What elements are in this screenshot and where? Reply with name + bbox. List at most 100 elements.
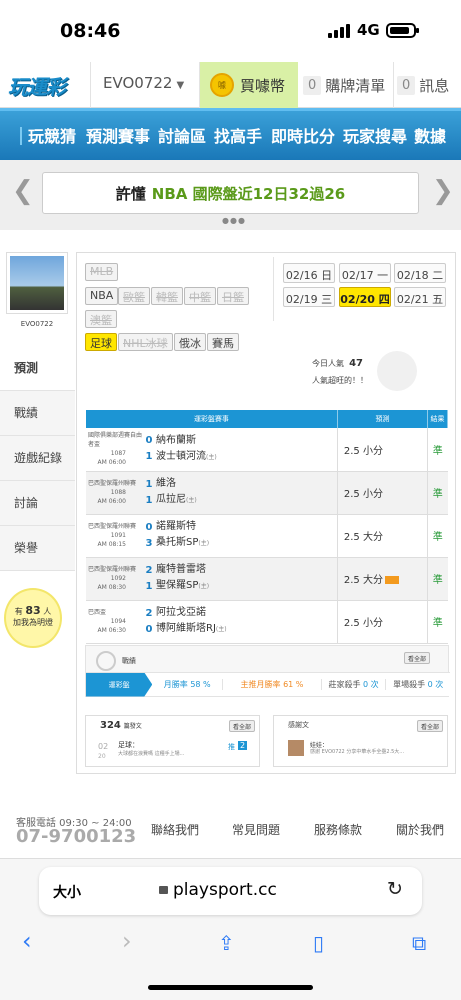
posts-count: 324 bbox=[100, 720, 121, 731]
game-number: 1092 bbox=[110, 575, 126, 582]
push-count: 2 bbox=[238, 741, 248, 750]
stats-see-all-button[interactable]: 看全部 bbox=[404, 652, 431, 664]
home-tag: (主) bbox=[186, 497, 197, 504]
tabs-icon[interactable]: ⧉ bbox=[412, 931, 426, 955]
cart-link[interactable]: 0 購牌清單 bbox=[303, 62, 385, 108]
tab-predictions[interactable]: 預測 bbox=[0, 346, 75, 391]
menu-item-livescore[interactable]: 即時比分 bbox=[271, 123, 335, 147]
reload-icon[interactable]: ↻ bbox=[387, 878, 403, 900]
tab-honors[interactable]: 榮譽 bbox=[0, 526, 75, 571]
sport-tag: 中籃 bbox=[184, 287, 216, 305]
menu-item-forum[interactable]: 討論區 bbox=[158, 123, 206, 147]
prediction-value: 2.5 小分 bbox=[343, 618, 383, 629]
sport-tag: 澳籃 bbox=[85, 310, 117, 328]
date-0218[interactable]: 02/18 二 bbox=[394, 263, 446, 283]
stat-main-winrate: 主推月勝率 61 % bbox=[222, 679, 321, 690]
sport-tag-football[interactable]: 足球 bbox=[85, 333, 117, 351]
thanks-avatar[interactable] bbox=[288, 740, 304, 756]
date-0221[interactable]: 02/21 五 bbox=[394, 287, 446, 307]
fans-bulb[interactable]: 有 83 人 加我為明燈 bbox=[4, 588, 62, 648]
team-away: 龐特普雷塔 bbox=[156, 564, 206, 575]
posts-panel: 324 篇發文 看全部 02 20 足球： 大球都在浪費嗎 這種手上場... 推 … bbox=[85, 715, 260, 767]
browser-chrome: 大小 playsport.cc ↻ ‹ › ⇪ ▯ ⧉ bbox=[0, 858, 461, 1000]
menu-item-experts[interactable]: 找高手 bbox=[214, 123, 262, 147]
service-phone[interactable]: 07-9700123 bbox=[16, 826, 136, 847]
chevron-right-icon[interactable]: ❯ bbox=[432, 176, 454, 206]
banner-message[interactable]: 許懂 NBA 國際盤近12日32過26 bbox=[42, 172, 419, 214]
stats-title: 戰績 bbox=[122, 657, 136, 665]
sport-tag: NHL冰球 bbox=[118, 333, 173, 351]
score-away: 1 bbox=[145, 478, 153, 490]
footer-link-contact[interactable]: 聯絡我們 bbox=[151, 821, 199, 838]
menu-item-data[interactable]: 數據 bbox=[414, 123, 446, 147]
game-row: 巴西聖保羅州聯賽 1088 AM 06:00 1 1 維洛 瓜拉尼(主) 2.5 小分準 bbox=[86, 471, 448, 515]
posts-label: 篇發文 bbox=[123, 723, 142, 730]
menu-item-play[interactable]: 玩競猜 bbox=[28, 123, 76, 147]
target-icon bbox=[96, 651, 116, 671]
user-dropdown[interactable]: EVO0722 ▼ bbox=[90, 62, 200, 108]
footer-link-faq[interactable]: 常見問題 bbox=[232, 821, 280, 838]
divider bbox=[273, 257, 274, 321]
bookmarks-icon[interactable]: ▯ bbox=[313, 931, 324, 955]
post-title[interactable]: 足球： bbox=[118, 740, 139, 750]
url-text[interactable]: playsport.cc bbox=[173, 880, 277, 900]
buy-coin-button[interactable]: 噱買噱幣 bbox=[200, 62, 298, 108]
prediction-cell: 2.5 大分 bbox=[336, 557, 428, 601]
posts-see-all-button[interactable]: 看全部 bbox=[229, 720, 256, 732]
league-cell: 巴西聖保羅州聯賽 1091 AM 08:15 bbox=[86, 514, 142, 558]
score-cell: 21 bbox=[142, 557, 156, 601]
fans-count: 83 bbox=[25, 604, 41, 617]
thanks-see-all-button[interactable]: 看全部 bbox=[417, 720, 444, 732]
post-day: 20 bbox=[98, 753, 106, 760]
score-home: 3 bbox=[145, 537, 153, 549]
share-icon[interactable]: ⇪ bbox=[218, 931, 235, 955]
game-time: AM 08:15 bbox=[97, 541, 126, 548]
score-home: 0 bbox=[145, 623, 153, 635]
league-cell: 巴西聖保羅州聯賽 1088 AM 06:00 bbox=[86, 471, 142, 515]
prediction-cell: 2.5 小分 bbox=[336, 600, 428, 644]
text-size-button[interactable]: 大小 bbox=[53, 882, 81, 902]
game-number: 1088 bbox=[110, 489, 126, 496]
post-month: 02 bbox=[98, 742, 109, 751]
footer-link-terms[interactable]: 服務條款 bbox=[314, 821, 362, 838]
stat-single-killer: 單場殺手 0 次 bbox=[385, 679, 450, 690]
team-home: 博阿維斯塔RJ bbox=[156, 623, 216, 634]
result-cell: 準 bbox=[427, 514, 448, 558]
buy-coin-label: 買噱幣 bbox=[240, 76, 286, 95]
back-icon[interactable]: ‹ bbox=[22, 927, 32, 955]
menu-item-predict[interactable]: 預測賽事 bbox=[86, 123, 150, 147]
stats-tab-lottery[interactable]: 運彩盤 bbox=[86, 672, 153, 697]
date-0217[interactable]: 02/17 一 bbox=[339, 263, 391, 283]
post-snippet[interactable]: 大球都在浪費嗎 這種手上場... bbox=[118, 750, 228, 757]
address-bar[interactable]: 大小 playsport.cc ↻ bbox=[39, 867, 422, 915]
sport-tag-horse[interactable]: 賽馬 bbox=[207, 333, 239, 351]
signal-icon bbox=[328, 24, 350, 38]
prediction-cell: 2.5 大分 bbox=[336, 514, 428, 558]
date-0219[interactable]: 02/19 三 bbox=[283, 287, 335, 307]
menu-item-player-search[interactable]: 玩家搜尋 bbox=[343, 123, 407, 147]
tab-game-log[interactable]: 遊戲紀錄 bbox=[0, 436, 75, 481]
tab-record[interactable]: 戰績 bbox=[0, 391, 75, 436]
avatar[interactable] bbox=[6, 252, 68, 314]
forward-icon[interactable]: › bbox=[122, 927, 132, 955]
cart-label: 購牌清單 bbox=[325, 76, 386, 95]
game-row: 巴西聖保羅州聯賽 1091 AM 08:15 0 3 諾羅斯特 桑托斯SP(主) 2.5 大分… bbox=[86, 514, 448, 558]
sport-tag-russia-hockey[interactable]: 俄冰 bbox=[174, 333, 206, 351]
sport-tag-nba[interactable]: NBA bbox=[85, 287, 119, 305]
profile-username: EVO0722 bbox=[20, 320, 54, 328]
stat-value: 0 次 bbox=[363, 680, 379, 689]
footer-link-about[interactable]: 關於我們 bbox=[396, 821, 444, 838]
game-number: 1091 bbox=[110, 532, 126, 539]
site-footer: 客服電話 09:30 ~ 24:00 07-9700123 聯絡我們 常見問題 … bbox=[0, 808, 461, 858]
main-menu: 玩競猜 預測賽事 討論區 找高手 即時比分 玩家搜尋 數據 bbox=[0, 108, 461, 160]
game-time: AM 06:00 bbox=[97, 498, 126, 505]
home-tag: (主) bbox=[206, 453, 217, 461]
site-logo[interactable]: 玩運彩 bbox=[8, 71, 66, 100]
tab-discussion[interactable]: 討論 bbox=[0, 481, 75, 526]
date-0220[interactable]: 02/20 四 bbox=[339, 287, 391, 307]
stat-value: 61 % bbox=[283, 680, 304, 689]
date-0216[interactable]: 02/16 日 bbox=[283, 263, 335, 283]
league-cell: 國際俱樂部週賽自由者盃 1087 AM 06:00 bbox=[86, 428, 142, 472]
messages-link[interactable]: 0 訊息 bbox=[393, 62, 449, 108]
chevron-left-icon[interactable]: ❮ bbox=[12, 176, 34, 206]
